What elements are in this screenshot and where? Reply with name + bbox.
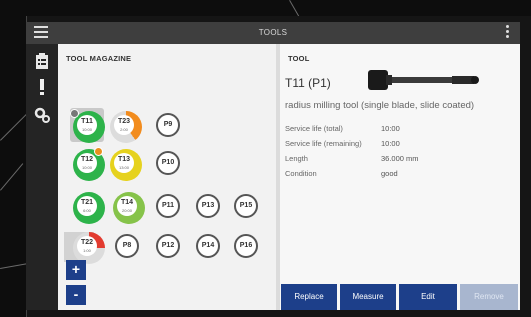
tool-slot[interactable]: T23 2:00 — [110, 111, 142, 143]
remove-button[interactable]: Remove — [460, 284, 518, 310]
slot-label: T11 — [81, 118, 93, 125]
slot-label: T21 — [80, 199, 94, 206]
more-options-icon[interactable] — [504, 25, 510, 41]
property-value: 10:00 — [381, 139, 400, 148]
background-line — [0, 263, 28, 269]
warning-badge-icon — [94, 147, 103, 156]
clipboard-list-icon[interactable] — [34, 52, 50, 70]
tool-slot[interactable]: T21 6:00 — [73, 192, 105, 224]
tool-slot[interactable]: T22 1:00 — [73, 232, 105, 264]
empty-pocket-slot[interactable]: P8 — [115, 234, 139, 258]
slot-label: P11 — [161, 202, 175, 209]
edit-button[interactable]: Edit — [399, 284, 457, 310]
property-label: Length — [285, 154, 308, 163]
slot-sublabel: 13:00 — [118, 165, 129, 170]
zoom-out-button[interactable]: - — [66, 285, 86, 305]
slot-label: T14 — [120, 199, 134, 206]
minus-badge-icon — [70, 109, 79, 118]
tool-name: T11 (P1) — [285, 76, 331, 90]
empty-pocket-slot[interactable]: P14 — [196, 234, 220, 258]
slot-sublabel: 10:00 — [81, 165, 92, 170]
empty-pocket-slot[interactable]: P16 — [234, 234, 258, 258]
measure-button[interactable]: Measure — [340, 284, 396, 310]
slot-sublabel: 2:00 — [120, 127, 128, 132]
gears-settings-icon[interactable] — [34, 106, 50, 124]
slot-label: P8 — [122, 242, 132, 249]
property-value: 10:00 — [381, 124, 400, 133]
slot-label: P12 — [161, 242, 175, 249]
page-title: TOOLS — [258, 28, 288, 37]
property-value: 36.000 mm — [381, 154, 419, 163]
alert-exclamation-icon[interactable] — [34, 78, 50, 96]
tool-section-heading: TOOL — [288, 54, 310, 63]
empty-pocket-slot[interactable]: P15 — [234, 194, 258, 218]
slot-label: P9 — [163, 121, 173, 128]
empty-pocket-slot[interactable]: P13 — [196, 194, 220, 218]
empty-pocket-slot[interactable]: P9 — [156, 113, 180, 137]
empty-pocket-slot[interactable]: P10 — [156, 151, 180, 175]
slot-sublabel: 20:00 — [121, 208, 132, 213]
milling-tool-image — [368, 68, 480, 97]
slot-sublabel: 1:00 — [83, 248, 91, 253]
slot-label: T12 — [80, 156, 94, 163]
slot-label: P15 — [239, 202, 253, 209]
background-line — [0, 163, 24, 191]
empty-pocket-slot[interactable]: P12 — [156, 234, 180, 258]
slot-sublabel: 6:00 — [83, 208, 91, 213]
property-label: Condition — [285, 169, 317, 178]
slot-label: P14 — [201, 242, 215, 249]
slot-label: T13 — [117, 156, 131, 163]
replace-button[interactable]: Replace — [281, 284, 337, 310]
tool-slot[interactable]: T14 20:00 — [113, 192, 145, 224]
tool-magazine-heading: TOOL MAGAZINE — [66, 54, 132, 63]
tool-description: radius milling tool (single blade, slide… — [285, 100, 475, 111]
tool-slot[interactable]: T13 13:00 — [110, 149, 142, 181]
property-label: Service life (total) — [285, 124, 343, 133]
slot-sublabel: 10:00 — [81, 127, 92, 132]
slot-label: P10 — [161, 159, 175, 166]
property-value: good — [381, 169, 398, 178]
sidebar — [26, 44, 58, 310]
background-line — [0, 111, 29, 141]
slot-label: P16 — [239, 242, 253, 249]
top-bar: TOOLS — [26, 22, 520, 44]
zoom-in-button[interactable]: + — [66, 260, 86, 280]
property-label: Service life (remaining) — [285, 139, 362, 148]
empty-pocket-slot[interactable]: P11 — [156, 194, 180, 218]
slot-label: T23 — [117, 118, 131, 125]
slot-label: P13 — [201, 202, 215, 209]
tool-slot[interactable]: T11 10:00 — [73, 111, 105, 143]
slot-label: T22 — [80, 239, 94, 246]
